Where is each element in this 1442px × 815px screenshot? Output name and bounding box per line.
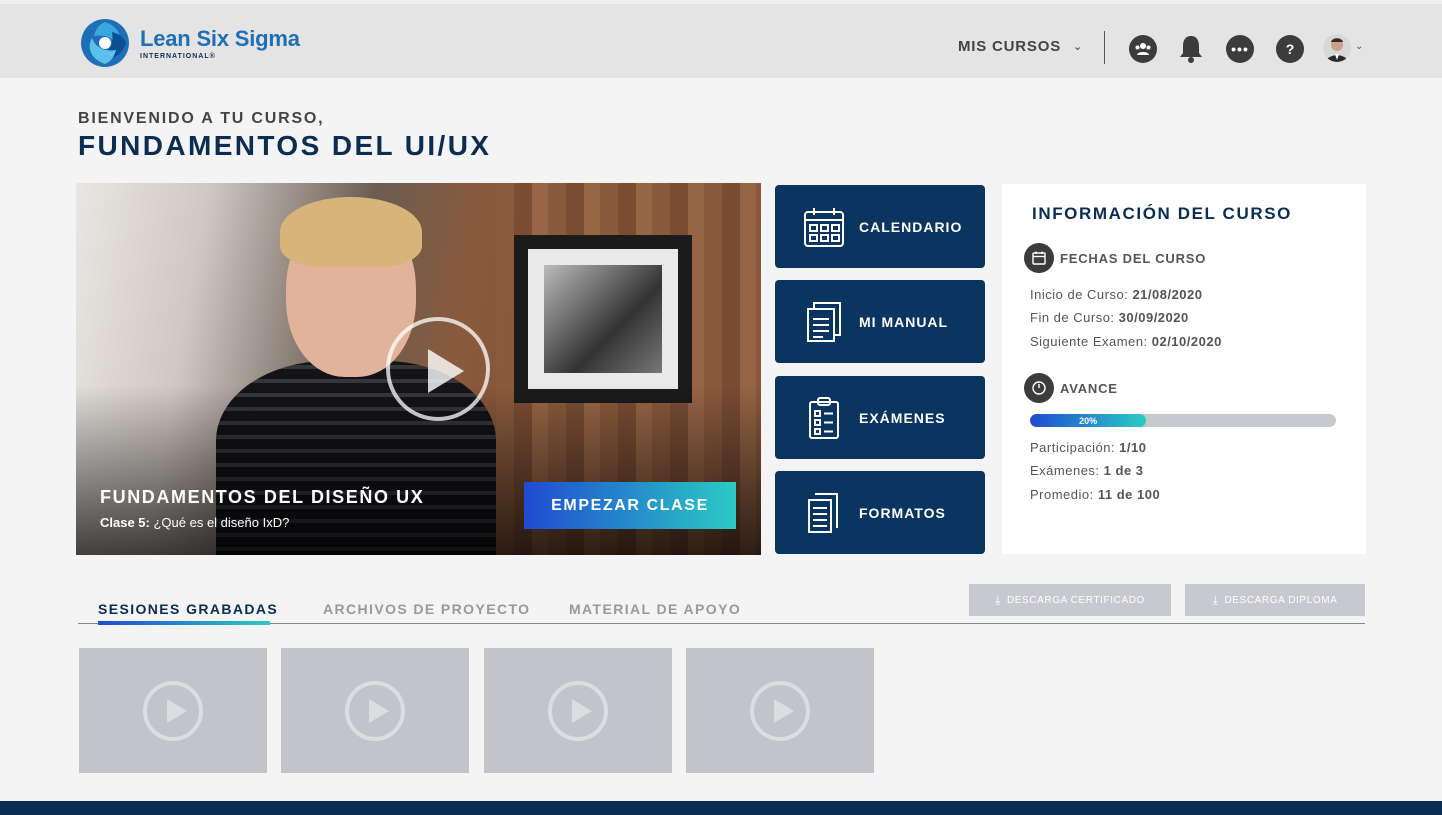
download-diploma-button[interactable]: ⤓ DESCARGA DIPLOMA	[1185, 584, 1365, 616]
gauge-icon	[1024, 373, 1054, 403]
recorded-session-thumbnail[interactable]	[484, 648, 672, 773]
manual-icon	[807, 301, 841, 342]
tab-divider	[78, 623, 1365, 624]
exams-count: Exámenes: 1 de 3	[1030, 463, 1144, 478]
video-title: FUNDAMENTOS DEL DISEÑO UX	[100, 487, 425, 507]
participation-label: Participación:	[1030, 440, 1120, 455]
video-player[interactable]: FUNDAMENTOS DEL DISEÑO UX Clase 5: ¿Qué …	[76, 183, 761, 555]
progress-fill: 20%	[1030, 414, 1147, 427]
video-subtitle: Clase 5: ¿Qué es el diseño IxD?	[100, 515, 289, 530]
next-exam-date: Siguiente Examen: 02/10/2020	[1030, 334, 1222, 349]
start-date: Inicio de Curso: 21/08/2020	[1030, 287, 1203, 302]
play-icon	[345, 681, 405, 741]
community-icon[interactable]	[1129, 35, 1157, 63]
header-divider	[1104, 31, 1105, 64]
progress-section-header: AVANCE	[1024, 373, 1118, 403]
video-frame-art	[514, 235, 692, 403]
exams-button[interactable]: EXÁMENES	[775, 376, 985, 459]
recorded-session-thumbnail[interactable]	[686, 648, 874, 773]
participation: Participación: 1/10	[1030, 440, 1146, 455]
download-certificate-label: DESCARGA CERTIFICADO	[1006, 594, 1145, 606]
info-title: INFORMACIÓN DEL CURSO	[1032, 204, 1292, 223]
recorded-session-thumbnail[interactable]	[79, 648, 267, 773]
brand-title: Lean Six Sigma	[140, 25, 300, 51]
next-exam-value: 02/10/2020	[1151, 334, 1222, 349]
brand-logo[interactable]: Lean Six Sigma INTERNATIONAL®	[80, 18, 300, 68]
start-class-button[interactable]: EMPEZAR CLASE	[524, 482, 736, 529]
manual-label: MI MANUAL	[859, 313, 949, 330]
next-exam-label: Siguiente Examen:	[1030, 334, 1152, 349]
end-date-label: Fin de Curso:	[1030, 310, 1119, 325]
progress-bar: 20%	[1030, 414, 1336, 427]
active-tab-indicator	[98, 621, 270, 625]
tab-material-apoyo[interactable]: MATERIAL DE APOYO	[569, 601, 741, 617]
download-icon: ⤓	[995, 592, 1001, 607]
formats-button[interactable]: FORMATOS	[775, 471, 985, 554]
calendar-icon	[804, 207, 844, 247]
help-icon[interactable]: ?	[1276, 35, 1304, 63]
average-label: Promedio:	[1030, 487, 1098, 502]
exams-count-label: Exámenes:	[1030, 463, 1104, 478]
play-icon	[750, 681, 810, 741]
chevron-down-icon: ⌄	[1073, 41, 1084, 53]
play-icon[interactable]	[386, 317, 490, 421]
formats-label: FORMATOS	[859, 504, 946, 521]
download-diploma-label: DESCARGA DIPLOMA	[1224, 594, 1338, 606]
brand-subtitle: INTERNATIONAL®	[140, 52, 216, 60]
avatar[interactable]	[1323, 34, 1351, 62]
start-date-label: Inicio de Curso:	[1030, 287, 1133, 302]
class-number: Clase 5:	[100, 515, 150, 530]
recorded-session-thumbnail[interactable]	[281, 648, 469, 773]
mis-cursos-menu[interactable]: MIS CURSOS ⌄	[958, 38, 1083, 55]
progress-label: AVANCE	[1060, 380, 1118, 396]
welcome-text: BIENVENIDO A TU CURSO,	[78, 110, 325, 127]
footer-bar	[0, 801, 1442, 815]
average-value: 11 de 100	[1097, 487, 1161, 502]
course-info-panel: INFORMACIÓN DEL CURSO FECHAS DEL CURSO I…	[1002, 184, 1366, 554]
tab-sesiones-grabadas[interactable]: SESIONES GRABADAS	[98, 601, 278, 617]
document-icon	[808, 492, 838, 533]
calendar-small-icon	[1024, 243, 1054, 273]
calendar-button[interactable]: CALENDARIO	[775, 185, 985, 268]
logo-swirl-icon	[81, 19, 129, 67]
participation-value: 1/10	[1119, 440, 1147, 455]
dates-label: FECHAS DEL CURSO	[1060, 250, 1207, 266]
exams-label: EXÁMENES	[859, 409, 946, 426]
avatar-chevron-icon[interactable]: ⌄	[1355, 41, 1363, 52]
average: Promedio: 11 de 100	[1030, 487, 1160, 502]
class-name: ¿Qué es el diseño IxD?	[149, 515, 290, 530]
play-icon	[548, 681, 608, 741]
top-header: Lean Six Sigma INTERNATIONAL® MIS CURSOS…	[0, 0, 1442, 78]
play-icon	[143, 681, 203, 741]
download-certificate-button[interactable]: ⤓ DESCARGA CERTIFICADO	[969, 584, 1171, 616]
mis-cursos-label: MIS CURSOS	[958, 38, 1062, 55]
page-title: FUNDAMENTOS DEL UI/UX	[78, 130, 492, 161]
checklist-icon	[809, 396, 839, 439]
end-date-value: 30/09/2020	[1118, 310, 1189, 325]
exams-count-value: 1 de 3	[1103, 463, 1144, 478]
download-icon: ⤓	[1212, 592, 1219, 607]
chat-icon[interactable]: •••	[1226, 35, 1254, 63]
end-date: Fin de Curso: 30/09/2020	[1030, 310, 1189, 325]
dates-section-header: FECHAS DEL CURSO	[1024, 243, 1206, 273]
tab-archivos-proyecto[interactable]: ARCHIVOS DE PROYECTO	[323, 601, 530, 617]
bell-icon[interactable]	[1179, 34, 1203, 64]
start-date-value: 21/08/2020	[1132, 287, 1203, 302]
calendar-label: CALENDARIO	[859, 218, 963, 235]
manual-button[interactable]: MI MANUAL	[775, 280, 985, 363]
